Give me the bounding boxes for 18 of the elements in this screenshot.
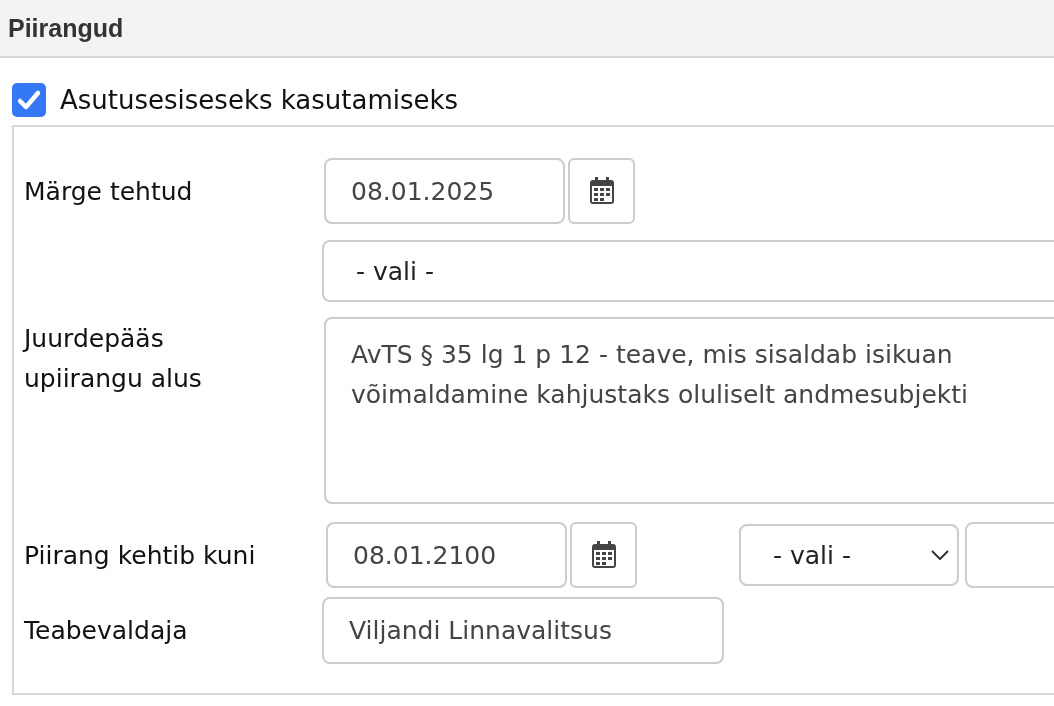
text-area[interactable]: AvTS § 35 lg 1 p 12 - teave, mis sisaldab isikuan võimaldamine kahjustaks oluliselt andmesubjekti [324,317,1054,504]
field-label: Juurdepääs upiirangu alus [21,323,203,395]
chevron-down-icon [931,550,949,560]
field-label: Piirang kehtib kuni [23,540,257,570]
field-label: Teabevaldaja [23,616,189,645]
field-label: Märge tehtud [23,176,194,206]
checkbox[interactable] [12,83,46,117]
calendar-icon [587,176,616,206]
date-field[interactable]: 08.01.2025 [324,158,565,224]
select-field[interactable]: - vali - [322,240,1054,302]
section-title: Piirangud [8,13,124,43]
text-field[interactable]: Viljandi Linnavalitsus [322,597,724,664]
calendar-button[interactable] [568,158,635,224]
date-field[interactable]: 08.01.2100 [326,522,567,588]
select-field[interactable]: - vali - [739,524,959,586]
calendar-icon [589,540,618,570]
calendar-button[interactable] [570,522,637,588]
checkbox-label: Asutusesiseseks kasutamiseks [60,85,459,115]
